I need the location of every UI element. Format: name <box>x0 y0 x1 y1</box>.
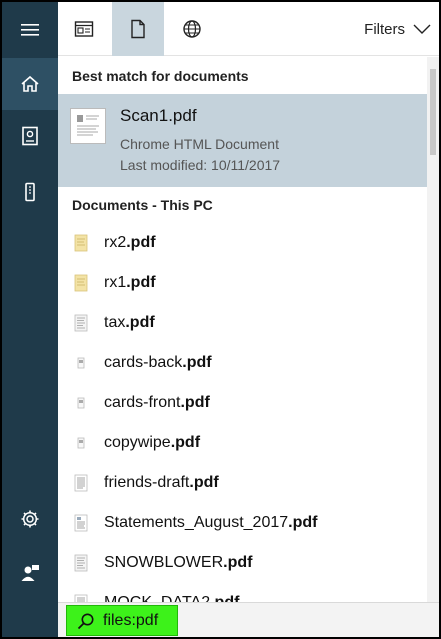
chevron-down-icon <box>413 24 431 34</box>
card-doc-icon <box>74 353 88 373</box>
menu-button[interactable] <box>2 4 58 56</box>
file-name-stem: MOCK_DATA2 <box>104 594 210 602</box>
hamburger-icon <box>21 24 39 36</box>
filters-label: Filters <box>364 20 405 38</box>
search-icon <box>77 613 94 629</box>
file-name: copywipe.pdf <box>104 434 200 452</box>
documents-heading: Documents - This PC <box>72 197 213 213</box>
text-doc-icon <box>74 473 88 493</box>
left-rail <box>2 2 58 637</box>
gear-icon <box>21 510 39 528</box>
file-name: MOCK_DATA2.pdf <box>104 594 239 602</box>
file-name-stem: cards-back <box>104 354 183 371</box>
file-name-stem: rx2 <box>104 234 127 251</box>
search-bar: files:pdf <box>58 602 439 637</box>
list-item[interactable]: tax.pdf <box>58 303 427 343</box>
file-name-stem: Statements_August_2017 <box>104 514 289 531</box>
device-icon <box>25 182 35 202</box>
list-item[interactable]: cards-back.pdf <box>58 343 427 383</box>
file-name: cards-back.pdf <box>104 354 212 372</box>
scan-doc-icon <box>74 553 88 573</box>
pdf-thumbnail-icon <box>70 108 106 144</box>
feedback-button[interactable] <box>2 547 58 599</box>
device-button[interactable] <box>2 166 58 218</box>
yellow-doc-icon <box>74 233 88 253</box>
file-name-stem: cards-front <box>104 394 181 411</box>
file-name-extension: .pdf <box>126 234 156 251</box>
notebook-button[interactable] <box>2 110 58 162</box>
file-name-extension: .pdf <box>182 354 212 371</box>
search-query: files:pdf <box>103 611 159 629</box>
file-name-stem: SNOWBLOWER <box>104 554 224 571</box>
card-doc-icon <box>74 393 88 413</box>
best-match-modified: Last modified: 10/11/2017 <box>120 157 281 173</box>
globe-icon <box>183 20 201 38</box>
file-name: Statements_August_2017.pdf <box>104 514 317 532</box>
file-name-extension: .pdf <box>288 514 318 531</box>
text-doc-icon <box>74 593 88 602</box>
list-item[interactable]: rx1.pdf <box>58 263 427 303</box>
file-name-extension: .pdf <box>210 594 239 602</box>
results-list: Best match for documents Scan1.pdf Chrom… <box>58 57 427 602</box>
settings-button[interactable] <box>2 493 58 545</box>
results-scrollbar[interactable] <box>427 57 439 602</box>
file-name: cards-front.pdf <box>104 394 210 412</box>
feedback-person-icon <box>21 565 39 581</box>
scope-tab-bar: Filters <box>58 2 439 56</box>
list-item[interactable]: MOCK_DATA2.pdf <box>58 583 427 602</box>
tab-news[interactable] <box>58 2 110 56</box>
file-name: friends-draft.pdf <box>104 474 219 492</box>
file-name-stem: friends-draft <box>104 474 190 491</box>
file-name-stem: rx1 <box>104 274 127 291</box>
file-name-extension: .pdf <box>223 554 253 571</box>
card-doc-icon <box>74 433 88 453</box>
home-icon <box>21 75 39 92</box>
notebook-icon <box>22 126 38 146</box>
list-item[interactable]: rx2.pdf <box>58 223 427 263</box>
file-name-extension: .pdf <box>189 474 219 491</box>
search-input[interactable]: files:pdf <box>66 605 178 636</box>
file-name: tax.pdf <box>104 314 155 332</box>
newspaper-icon <box>74 21 94 37</box>
file-name: rx1.pdf <box>104 274 156 292</box>
home-button[interactable] <box>2 58 58 110</box>
file-name: rx2.pdf <box>104 234 156 252</box>
statement-doc-icon <box>74 513 88 533</box>
best-match-title: Scan1.pdf <box>120 106 197 125</box>
file-name-extension: .pdf <box>126 274 156 291</box>
search-window: Filters Best match for documents Scan1.p… <box>2 2 439 637</box>
list-item[interactable]: cards-front.pdf <box>58 383 427 423</box>
file-name-extension: .pdf <box>180 394 210 411</box>
file-name-stem: tax <box>104 314 126 331</box>
best-match-item[interactable]: Scan1.pdf Chrome HTML Document Last modi… <box>58 94 427 187</box>
file-name-extension: .pdf <box>125 314 155 331</box>
list-item[interactable]: Statements_August_2017.pdf <box>58 503 427 543</box>
yellow-doc-icon <box>74 273 88 293</box>
document-icon <box>131 19 145 39</box>
filters-dropdown[interactable]: Filters <box>364 2 431 56</box>
file-name-extension: .pdf <box>170 434 201 451</box>
file-name: SNOWBLOWER.pdf <box>104 554 252 572</box>
list-item[interactable]: copywipe.pdf <box>58 423 427 463</box>
best-match-heading: Best match for documents <box>72 68 249 84</box>
scrollbar-thumb[interactable] <box>430 69 436 155</box>
list-item[interactable]: friends-draft.pdf <box>58 463 427 503</box>
tab-documents[interactable] <box>112 2 164 56</box>
file-name-stem: copywipe <box>104 434 171 451</box>
tab-web[interactable] <box>166 2 218 56</box>
list-item[interactable]: SNOWBLOWER.pdf <box>58 543 427 583</box>
scan-doc-icon <box>74 313 88 333</box>
best-match-type: Chrome HTML Document <box>120 136 279 152</box>
